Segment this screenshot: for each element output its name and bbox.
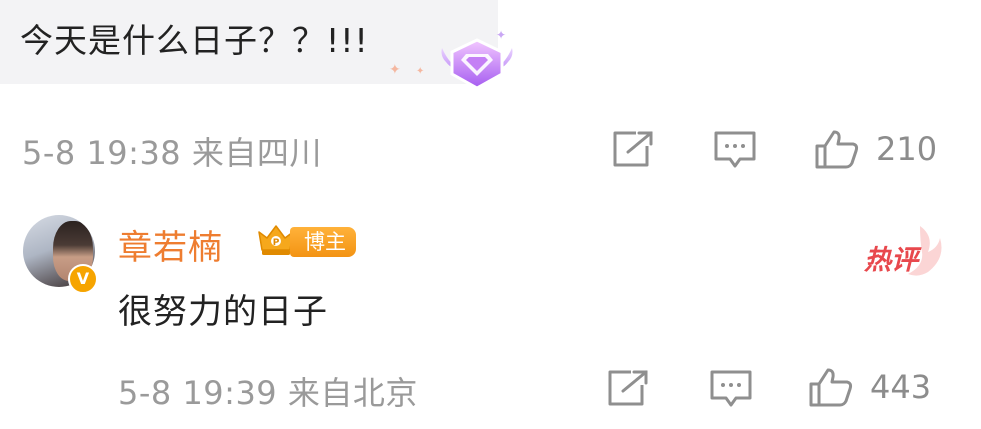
top-comment-like-button[interactable]: 210: [814, 128, 937, 170]
share-icon: [612, 130, 654, 168]
comment-thread: 今天是什么日子？？!!! ✦ ✦ ✦ 5-8 19:38 来自四川 210 V …: [0, 0, 981, 429]
top-comment-share-button[interactable]: [612, 130, 654, 168]
reply-text: 很努力的日子: [118, 292, 328, 332]
purple-gem-badge-icon: [436, 32, 518, 92]
svg-text:P: P: [273, 238, 280, 248]
reply-timestamp-location: 5-8 19:39 来自北京: [118, 374, 418, 412]
top-comment-timestamp-location: 5-8 19:38 来自四川: [22, 134, 322, 172]
comment-icon: [709, 369, 753, 409]
top-comment-text: 今天是什么日子？？!!!: [20, 21, 369, 60]
verified-badge-icon: V: [68, 264, 98, 294]
reply-like-button[interactable]: 443: [808, 366, 931, 408]
comment-icon: [713, 130, 757, 170]
reply-like-count: 443: [870, 368, 932, 406]
thumbs-up-icon: [814, 128, 860, 170]
thumbs-up-icon: [808, 366, 854, 408]
reply-share-button[interactable]: [607, 369, 649, 407]
reply-reply-button[interactable]: [709, 369, 753, 409]
hot-comment-badge: 热评: [862, 222, 944, 278]
reply-username[interactable]: 章若楠: [118, 220, 223, 269]
hot-comment-label: 热评: [864, 245, 918, 276]
top-comment-meta: 5-8 19:38 来自四川: [22, 128, 322, 174]
blogger-label: 博主: [290, 227, 356, 257]
top-comment-reply-button[interactable]: [713, 130, 757, 170]
blogger-badge: P 博主: [256, 224, 356, 260]
reply-meta: 5-8 19:39 来自北京: [118, 368, 418, 414]
top-comment-like-count: 210: [876, 130, 938, 168]
share-icon: [607, 369, 649, 407]
